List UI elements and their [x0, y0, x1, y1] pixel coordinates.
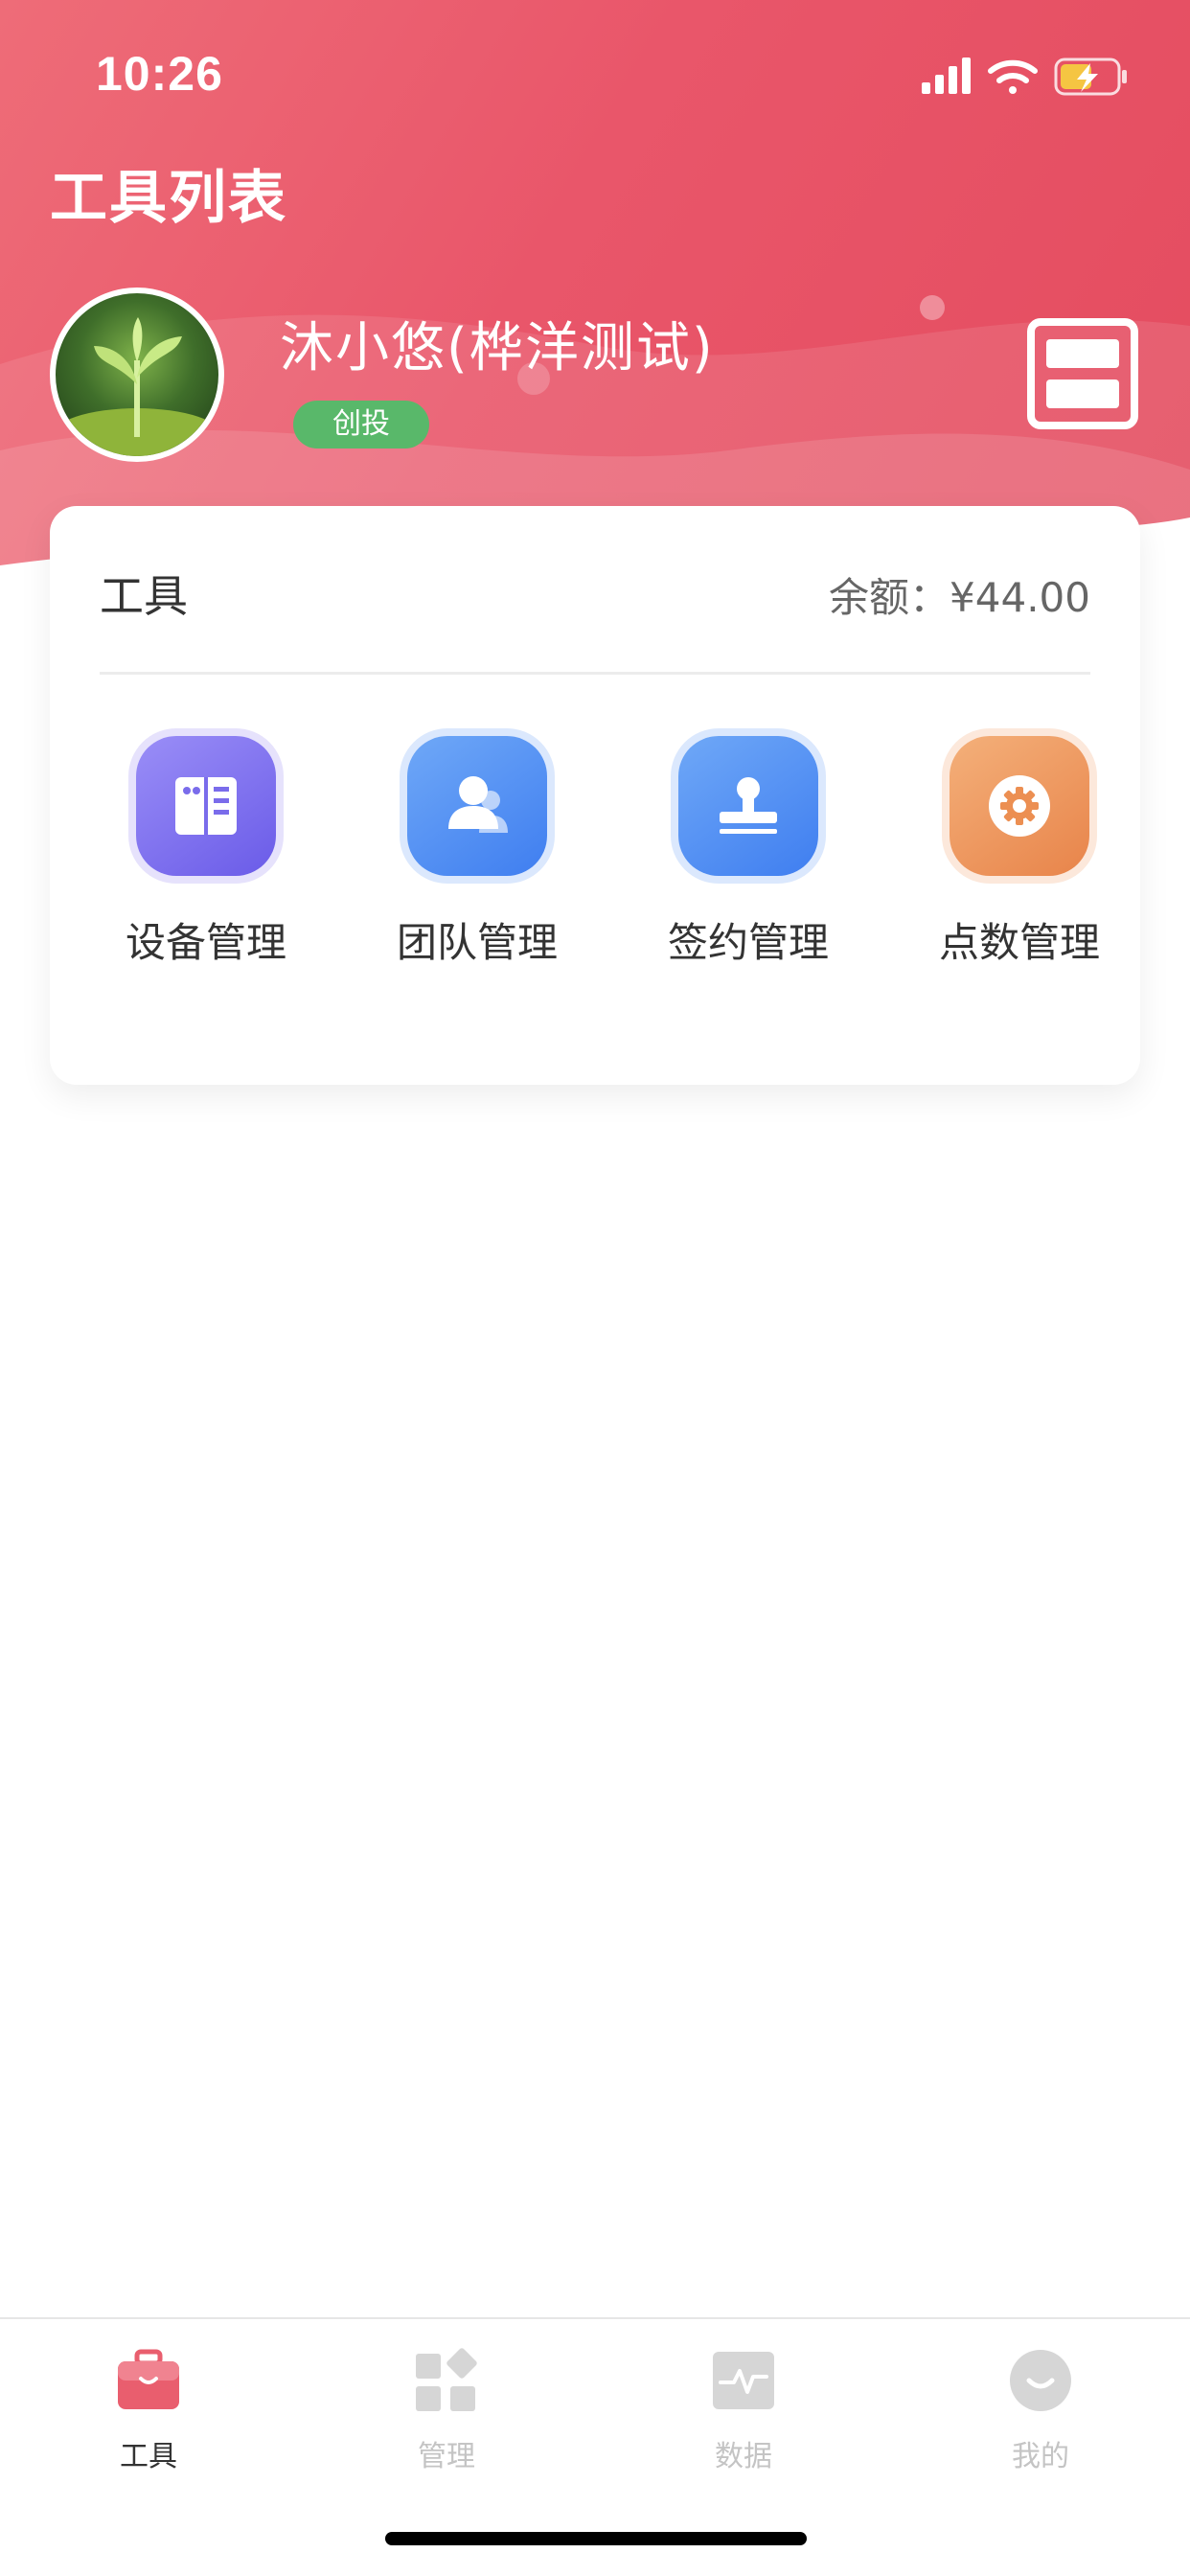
tab-label: 工具 — [120, 2440, 177, 2473]
avatar[interactable] — [50, 288, 224, 462]
tool-team-management[interactable]: 团队管理 — [369, 736, 580, 976]
sprout-image — [56, 317, 218, 456]
home-indicator[interactable] — [385, 2532, 807, 2545]
tool-label: 团队管理 — [396, 919, 558, 966]
app-screen: 10:26 工具列表 沐小悠(桦洋测试) 创投 工具 余额：¥44.00 设备管… — [0, 0, 1190, 2576]
status-icons — [922, 58, 1127, 96]
cellular-signal-icon — [922, 58, 971, 94]
toolbox-icon — [118, 2349, 179, 2409]
gear-icon — [950, 736, 1089, 876]
card-title: 工具 — [100, 570, 188, 622]
user-name: 沐小悠(桦洋测试) — [280, 317, 715, 380]
tab-label: 我的 — [1012, 2440, 1069, 2473]
tab-label: 数据 — [715, 2440, 772, 2473]
scan-icon[interactable] — [1025, 316, 1140, 431]
tool-points-management[interactable]: 点数管理 — [911, 736, 1122, 976]
tool-label: 设备管理 — [125, 919, 286, 966]
balance-amount: 余额：¥44.00 — [829, 574, 1090, 621]
smile-face-icon — [1010, 2350, 1071, 2411]
stamp-icon — [678, 736, 818, 876]
tool-contract-management[interactable]: 签约管理 — [640, 736, 851, 976]
tab-tools[interactable]: 工具 — [53, 2338, 244, 2473]
tools-card: 工具 余额：¥44.00 设备管理 团队管理 签约管理 点数管理 — [50, 506, 1140, 1085]
device-card-icon — [136, 736, 276, 876]
battery-charging-icon — [1054, 58, 1127, 96]
tool-device-management[interactable]: 设备管理 — [98, 736, 309, 976]
tab-manage[interactable]: 管理 — [351, 2338, 542, 2473]
tab-mine[interactable]: 我的 — [945, 2338, 1136, 2473]
status-time: 10:26 — [96, 47, 223, 101]
tool-label: 签约管理 — [667, 919, 829, 966]
decor-bubble — [920, 295, 945, 320]
grid-manage-icon — [416, 2348, 477, 2411]
wifi-icon — [988, 59, 1038, 94]
team-user-icon — [407, 736, 547, 876]
page-title: 工具列表 — [50, 165, 287, 232]
tab-label: 管理 — [418, 2440, 475, 2473]
card-divider — [100, 672, 1090, 675]
role-badge: 创投 — [293, 401, 429, 448]
tab-data[interactable]: 数据 — [648, 2338, 839, 2473]
tool-label: 点数管理 — [938, 919, 1100, 966]
pulse-chart-icon — [713, 2352, 774, 2409]
